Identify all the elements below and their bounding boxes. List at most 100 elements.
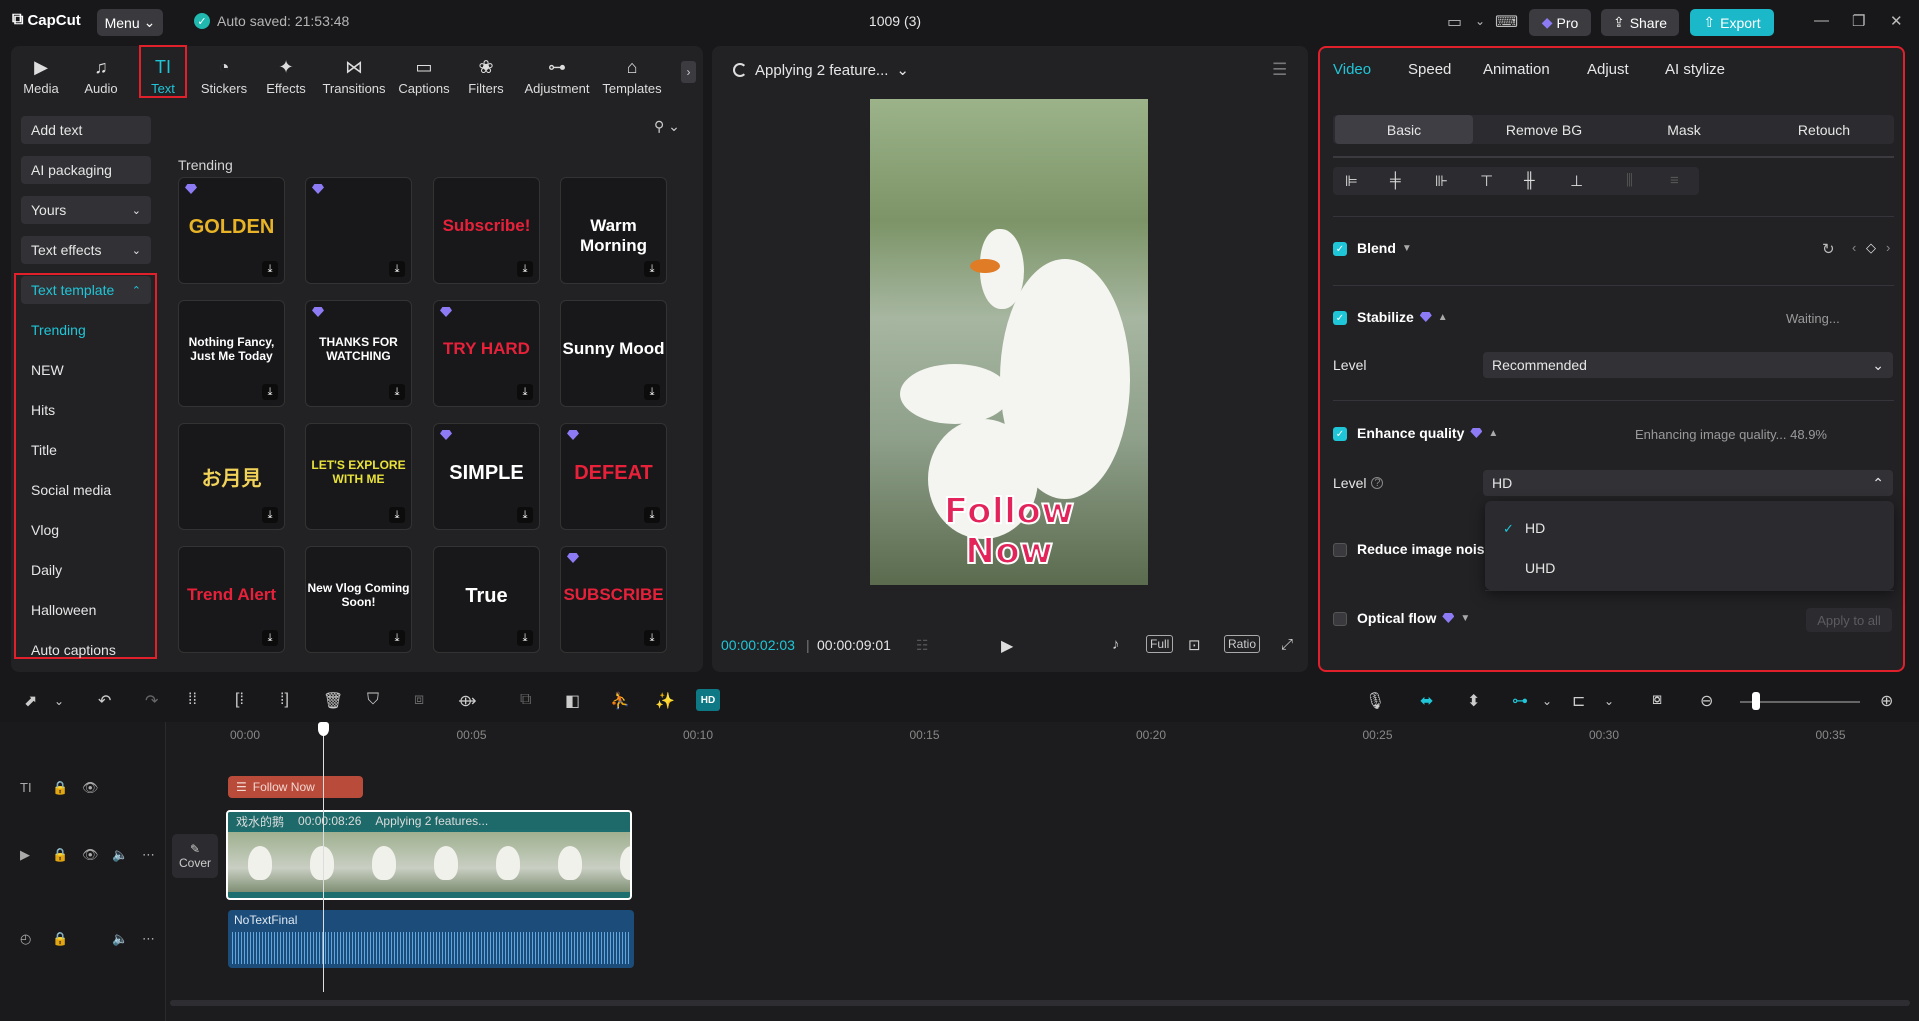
- playhead[interactable]: [323, 722, 324, 992]
- cover-button[interactable]: ✎ Cover: [172, 834, 218, 878]
- download-icon[interactable]: ⤓: [389, 261, 405, 277]
- stabilize-level-select[interactable]: Recommended ⌄: [1483, 352, 1893, 378]
- template-card[interactable]: TRY HARD ⤓: [433, 300, 540, 407]
- overlay-text-follow[interactable]: Follow: [870, 490, 1148, 533]
- overlay-text-now[interactable]: Now: [870, 530, 1148, 573]
- template-card[interactable]: お月見 ⤓: [178, 423, 285, 530]
- download-icon[interactable]: ⤓: [517, 630, 533, 646]
- sub-tab-mask[interactable]: Mask: [1615, 115, 1753, 144]
- zoom-in-icon[interactable]: ⊕: [1880, 691, 1893, 711]
- tool-tab-adjustment[interactable]: ⊶ Adjustment: [521, 52, 593, 96]
- tab-speed[interactable]: Speed: [1408, 61, 1451, 78]
- template-card[interactable]: SUBSCRIBE ⤓: [560, 546, 667, 653]
- template-card[interactable]: Trend Alert ⤓: [178, 546, 285, 653]
- magic-icon[interactable]: ✨: [655, 691, 675, 711]
- ratio-button[interactable]: Ratio: [1224, 635, 1261, 653]
- template-card[interactable]: True ⤓: [433, 546, 540, 653]
- side-button-ai-packaging[interactable]: AI packaging: [21, 156, 151, 184]
- optical-flow-label[interactable]: Optical flow ▼: [1357, 610, 1470, 626]
- cursor-chevron-icon[interactable]: ⌄: [54, 694, 64, 708]
- dropdown-option-uhd[interactable]: UHD: [1525, 560, 1555, 576]
- share-button[interactable]: ⇪ Share: [1601, 9, 1679, 36]
- keyframe-next-icon[interactable]: ›: [1886, 240, 1890, 255]
- tab-video[interactable]: Video: [1333, 61, 1371, 78]
- mirror-icon[interactable]: ◧: [565, 691, 580, 711]
- close-icon[interactable]: ✕: [1890, 12, 1903, 30]
- download-icon[interactable]: ⤓: [644, 630, 660, 646]
- keyboard-icon[interactable]: ⌨: [1495, 12, 1518, 32]
- template-card[interactable]: ⤓: [305, 177, 412, 284]
- remove-bg-icon[interactable]: ⛹: [610, 691, 630, 711]
- eye-icon[interactable]: 👁: [82, 847, 99, 863]
- split-right-icon[interactable]: ⁞]: [280, 691, 289, 709]
- hd-enhance-icon[interactable]: HD: [696, 689, 720, 711]
- download-icon[interactable]: ⤓: [389, 384, 405, 400]
- template-card[interactable]: Sunny Mood ⤓: [560, 300, 667, 407]
- filter-icon[interactable]: ⚲ ⌄: [654, 118, 680, 135]
- reduce-noise-checkbox[interactable]: [1333, 543, 1347, 557]
- template-card[interactable]: Subscribe! ⤓: [433, 177, 540, 284]
- link-icon[interactable]: ⊶: [1512, 691, 1528, 711]
- category-trending[interactable]: Trending: [31, 322, 86, 338]
- keyframe-prev-icon[interactable]: ‹: [1852, 240, 1856, 255]
- template-card[interactable]: DEFEAT ⤓: [560, 423, 667, 530]
- download-icon[interactable]: ⤓: [262, 507, 278, 523]
- category-auto-captions[interactable]: Auto captions: [31, 642, 116, 658]
- sub-tab-basic[interactable]: Basic: [1335, 115, 1473, 144]
- enhance-level-select[interactable]: HD ⌃: [1483, 470, 1893, 496]
- video-preview[interactable]: Follow Now: [870, 99, 1148, 585]
- category-daily[interactable]: Daily: [31, 562, 62, 578]
- more-icon[interactable]: ⋯: [142, 847, 155, 863]
- align-center-h-icon[interactable]: ╪: [1390, 172, 1401, 189]
- delete-icon[interactable]: 🗑: [323, 691, 343, 711]
- minimize-icon[interactable]: —: [1814, 12, 1829, 29]
- layout-chevron-icon[interactable]: ⌄: [1475, 14, 1485, 28]
- download-icon[interactable]: ⤓: [389, 630, 405, 646]
- template-card[interactable]: GOLDEN ⤓: [178, 177, 285, 284]
- optical-flow-checkbox[interactable]: [1333, 612, 1347, 626]
- tool-tab-transitions[interactable]: ⋈ Transitions: [318, 52, 390, 96]
- download-icon[interactable]: ⤓: [644, 507, 660, 523]
- zoom-fit-icon[interactable]: ⊡: [1188, 636, 1201, 654]
- side-button-add-text[interactable]: Add text: [21, 116, 151, 144]
- download-icon[interactable]: ⤓: [517, 507, 533, 523]
- zoom-slider-thumb[interactable]: [1752, 692, 1760, 710]
- align-middle-v-icon[interactable]: ╫: [1524, 172, 1535, 189]
- timeline-scrollbar[interactable]: [170, 1000, 1910, 1006]
- tab-ai-stylize[interactable]: AI stylize: [1665, 61, 1725, 78]
- blend-checkbox[interactable]: ✓: [1333, 242, 1347, 256]
- axis-chevron-icon[interactable]: ⌄: [1604, 694, 1614, 708]
- enhance-quality-label[interactable]: Enhance quality ▲: [1357, 425, 1498, 441]
- align-right-icon[interactable]: ⊪: [1435, 172, 1448, 190]
- download-icon[interactable]: ⤓: [644, 261, 660, 277]
- side-button-yours[interactable]: Yours ⌄: [21, 196, 151, 224]
- template-card[interactable]: Warm Morning ⤓: [560, 177, 667, 284]
- download-icon[interactable]: ⤓: [644, 384, 660, 400]
- mark-icon[interactable]: ⛉: [367, 691, 379, 709]
- template-card[interactable]: SIMPLE ⤓: [433, 423, 540, 530]
- playhead-handle[interactable]: [318, 722, 329, 736]
- layout-icon[interactable]: ▭: [1447, 12, 1462, 32]
- align-left-icon[interactable]: ⊫: [1345, 172, 1358, 190]
- link-chevron-icon[interactable]: ⌄: [1542, 694, 1552, 708]
- category-new[interactable]: NEW: [31, 362, 64, 378]
- lock-icon[interactable]: 🔒: [52, 847, 68, 863]
- category-social-media[interactable]: Social media: [31, 482, 111, 498]
- tabs-more-arrow-icon[interactable]: ›: [681, 61, 696, 83]
- sub-tab-retouch[interactable]: Retouch: [1755, 115, 1893, 144]
- category-halloween[interactable]: Halloween: [31, 602, 96, 618]
- side-button-text-effects[interactable]: Text effects ⌄: [21, 236, 151, 264]
- template-card[interactable]: LET'S EXPLORE WITH ME ⤓: [305, 423, 412, 530]
- chevron-down-icon[interactable]: ⌄: [896, 61, 909, 79]
- template-card[interactable]: New Vlog Coming Soon! ⤓: [305, 546, 412, 653]
- reset-icon[interactable]: ↻: [1822, 240, 1835, 258]
- export-button[interactable]: ⇧ Export: [1690, 9, 1774, 36]
- timeline-fit-icon[interactable]: ⧇: [1652, 691, 1662, 709]
- microphone-icon[interactable]: 🎙: [1365, 691, 1385, 711]
- tool-tab-templates[interactable]: ⌂ Templates: [596, 52, 668, 96]
- eye-icon[interactable]: 👁: [82, 780, 99, 796]
- tiktok-icon[interactable]: ♪: [1112, 636, 1120, 653]
- tab-animation[interactable]: Animation: [1483, 61, 1550, 78]
- download-icon[interactable]: ⤓: [517, 261, 533, 277]
- volume-icon[interactable]: 🔈: [112, 847, 128, 863]
